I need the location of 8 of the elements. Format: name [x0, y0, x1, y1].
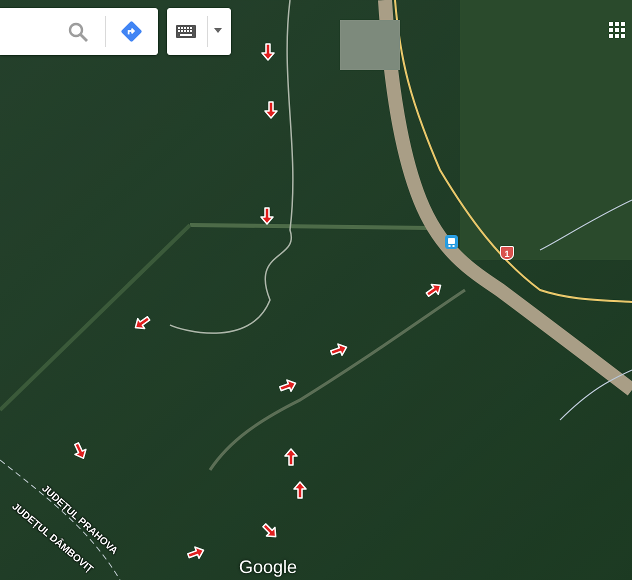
- map-logo: Google: [239, 558, 298, 576]
- search-icon[interactable]: [67, 21, 89, 43]
- bus-stop-icon[interactable]: [445, 235, 458, 249]
- road-number-sign: 1: [500, 246, 514, 260]
- apps-grid-icon[interactable]: [609, 22, 626, 39]
- caret-icon[interactable]: [214, 28, 222, 33]
- search-bar[interactable]: [0, 8, 158, 55]
- keyboard-icon[interactable]: [176, 25, 196, 38]
